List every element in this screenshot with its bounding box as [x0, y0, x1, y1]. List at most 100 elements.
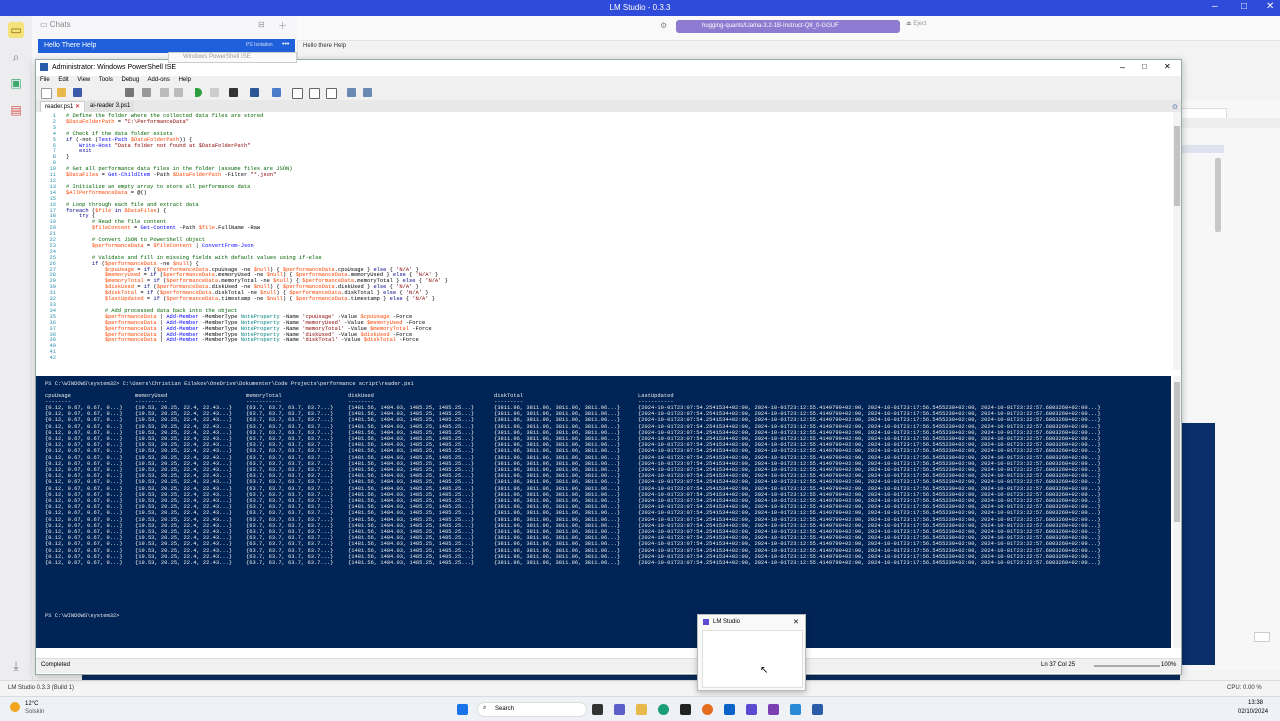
preview-close-icon[interactable]: ✕: [793, 618, 799, 626]
lm-scrollbar[interactable]: [1215, 158, 1221, 232]
menu-addons[interactable]: Add-ons: [148, 77, 170, 83]
powershell-ise-window: Administrator: Windows PowerShell ISE – …: [35, 59, 1182, 675]
new-chat-icon[interactable]: ＋: [278, 19, 287, 32]
lm-right-bar: [1180, 145, 1224, 153]
menu-view[interactable]: View: [77, 77, 90, 83]
tab-close-icon[interactable]: ✕: [75, 104, 80, 110]
search-label: Search: [495, 706, 515, 712]
console-pane[interactable]: PS C:\WINDOWS\system32> C:\Users\Christi…: [36, 376, 1171, 648]
tab-reader-label: reader.ps1: [45, 104, 74, 110]
chat-item[interactable]: Hello There Help PS Isolation •••: [38, 39, 295, 53]
layout-max-icon[interactable]: [326, 88, 337, 99]
vscode-icon[interactable]: [790, 704, 801, 715]
settings-icon[interactable]: ⚙: [660, 21, 667, 30]
editor-scrollbar[interactable]: [1173, 112, 1181, 370]
ise-maximize-icon[interactable]: □: [1142, 62, 1147, 71]
redo-icon[interactable]: [174, 88, 183, 97]
clear-icon[interactable]: [142, 88, 151, 97]
chat-item-tag: PS Isolation: [246, 42, 273, 48]
lm-titlebar: LM Studio - 0.3.3 – □ ✕: [0, 0, 1280, 16]
layout-right-icon[interactable]: [309, 88, 320, 99]
console-scroll-thumb[interactable]: [1174, 382, 1180, 522]
outlook-icon[interactable]: [724, 704, 735, 715]
tab-ai-reader[interactable]: ai-reader 3.ps1: [86, 101, 135, 112]
new-folder-icon[interactable]: ⊟: [258, 20, 265, 29]
ise-tabs: reader.ps1 ✕ ai-reader 3.ps1: [36, 100, 1181, 113]
new-file-icon[interactable]: [41, 88, 52, 99]
menu-file[interactable]: File: [40, 77, 50, 83]
collapse-icon[interactable]: ⊙: [1172, 103, 1178, 111]
layout-top-icon[interactable]: [292, 88, 303, 99]
preview-title: LM Studio: [713, 619, 741, 625]
close-icon[interactable]: ✕: [1266, 1, 1274, 12]
open-icon[interactable]: [57, 88, 66, 97]
chat-icon[interactable]: ▭: [8, 22, 24, 38]
run-button[interactable]: [1254, 632, 1270, 642]
powershell-icon: [40, 63, 48, 71]
weather-temp: 12°C: [25, 701, 39, 707]
download-icon[interactable]: ⤓: [8, 658, 24, 674]
console-prompt: PS C:\WINDOWS\system32>: [45, 613, 123, 619]
console-scrollbar[interactable]: [1173, 376, 1181, 648]
menu-edit[interactable]: Edit: [58, 77, 68, 83]
model-name: hugging-quants/Llama-3.2-1B-Instruct-Q8_…: [702, 23, 839, 29]
stop-icon[interactable]: [229, 88, 238, 97]
remote-icon[interactable]: [250, 88, 259, 97]
commands-icon[interactable]: [347, 88, 356, 97]
clipboard-icon[interactable]: [125, 88, 134, 97]
chat-message: Hello there Help: [303, 43, 347, 49]
ise-toolbar: [36, 86, 1181, 101]
addon-icon[interactable]: [363, 88, 372, 97]
ise-title: Administrator: Windows PowerShell ISE: [52, 64, 177, 71]
lm-dark-region: [1180, 423, 1215, 665]
run-selection-icon[interactable]: [210, 88, 219, 97]
editor-scroll-thumb[interactable]: [1174, 126, 1180, 206]
table-cell: {0.12, 0.67, 0.67, 0...}: [45, 560, 123, 566]
maximize-icon[interactable]: □: [1241, 1, 1247, 12]
explorer-icon[interactable]: [636, 704, 647, 715]
store-icon[interactable]: [680, 704, 691, 715]
preview-thumbnail: [702, 630, 803, 688]
table-cell: {1481.56, 1484.03, 1485.25, 1485.25...}: [348, 560, 475, 566]
menu-debug[interactable]: Debug: [122, 77, 140, 83]
teams-icon[interactable]: [614, 704, 625, 715]
task-view-icon[interactable]: [592, 704, 603, 715]
terminal-icon[interactable]: ▣: [8, 75, 24, 91]
weather-text: Solskin: [25, 709, 45, 715]
vs-icon[interactable]: [768, 704, 779, 715]
edge-icon[interactable]: [658, 704, 669, 715]
ise-close-icon[interactable]: ✕: [1164, 62, 1171, 71]
line-numbers: 1 2 3 4 5 6 7 8 9 10 11 12 13 14 15 16 17 18 19 20 21 22 23 24 2…: [49, 113, 56, 362]
start-icon[interactable]: [457, 704, 468, 715]
cpu-usage: CPU: 0.00 %: [1227, 685, 1262, 691]
menu-help[interactable]: Help: [179, 77, 191, 83]
lm-window-title: LM Studio - 0.3.3: [609, 3, 671, 12]
weather-icon[interactable]: [10, 702, 20, 712]
taskbar-preview[interactable]: LM Studio ✕ ↖: [697, 614, 806, 691]
console-icon[interactable]: [272, 88, 281, 97]
firefox-icon[interactable]: [702, 704, 713, 715]
save-icon[interactable]: [73, 88, 82, 97]
undo-icon[interactable]: [160, 88, 169, 97]
zoom-slider[interactable]: [1094, 665, 1160, 667]
more-icon[interactable]: •••: [282, 41, 289, 48]
folder-icon[interactable]: ▤: [8, 102, 24, 118]
lm-studio-taskbar-icon[interactable]: [746, 704, 757, 715]
menu-tools[interactable]: Tools: [99, 77, 113, 83]
ghost-ise-window: Windows PowerShell ISE: [168, 52, 297, 63]
search-icon-taskbar: ⌕: [483, 705, 487, 711]
table-cell: {63.7, 63.7, 63.7, 63.7...}: [246, 560, 334, 566]
run-icon[interactable]: [195, 88, 202, 97]
minimize-icon[interactable]: –: [1212, 1, 1218, 12]
search-icon[interactable]: ⌕: [8, 49, 24, 65]
taskbar: 12°C Solskin ⌕ Search 13:38 02/10/2024: [0, 696, 1280, 721]
ise-statusbar: Completed Ln 37 Col 25 100%: [36, 658, 1181, 673]
eject-button[interactable]: ⏏ Eject: [906, 20, 927, 27]
model-selector[interactable]: hugging-quants/Llama-3.2-1B-Instruct-Q8_…: [676, 20, 900, 33]
search-box[interactable]: ⌕ Search: [477, 702, 587, 717]
powershell-taskbar-icon[interactable]: [812, 704, 823, 715]
script-editor[interactable]: 1 2 3 4 5 6 7 8 9 10 11 12 13 14 15 16 17 18 19 20 21 22 23 24 2…: [36, 112, 1171, 370]
table-cell: {3811.96, 3811.96, 3811.96, 3811.96...}: [494, 560, 621, 566]
ise-minimize-icon[interactable]: –: [1120, 62, 1125, 72]
ise-menubar: File Edit View Tools Debug Add-ons Help: [36, 76, 1181, 86]
